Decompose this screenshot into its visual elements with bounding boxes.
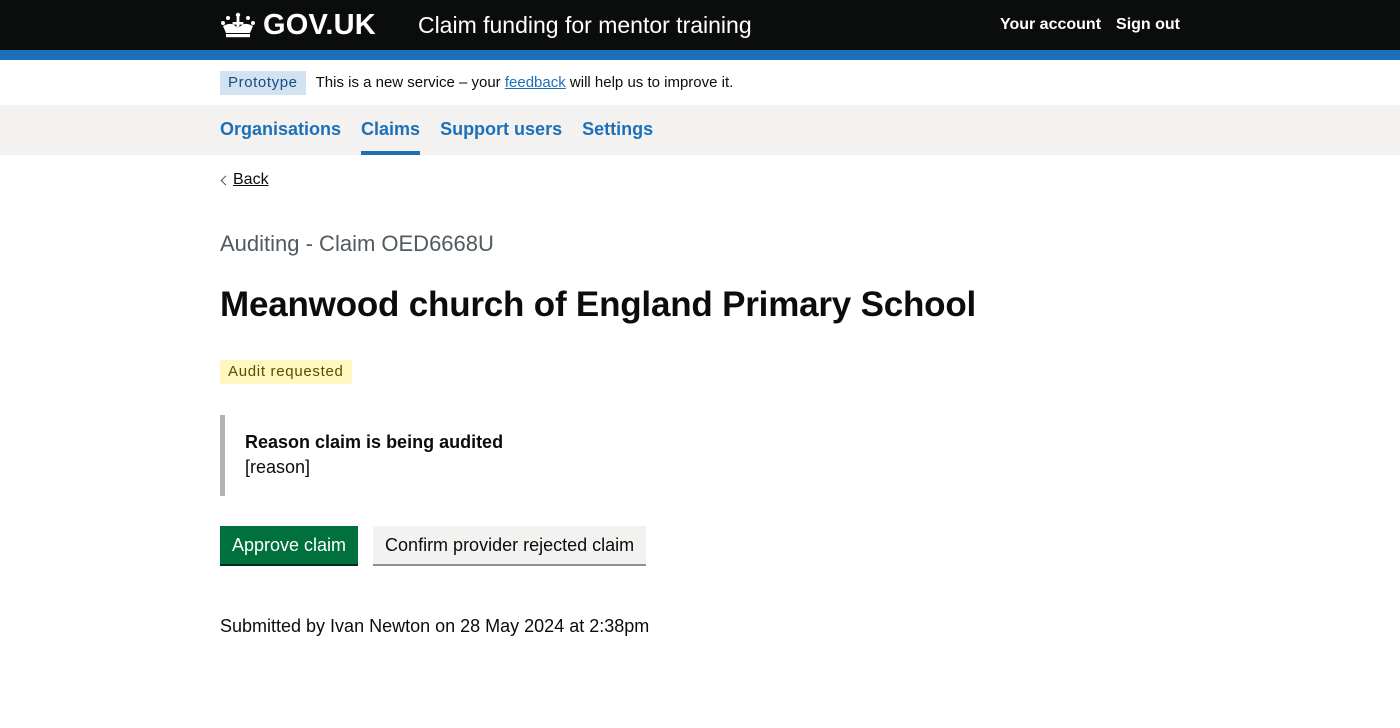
nav-item-settings[interactable]: Settings	[582, 105, 653, 155]
phase-text: This is a new service – your feedback wi…	[316, 74, 734, 91]
phase-tag: Prototype	[220, 70, 306, 95]
back-link-label: Back	[233, 171, 269, 188]
phase-text-after: will help us to improve it.	[565, 74, 734, 91]
chevron-left-icon	[220, 175, 231, 186]
header-stripe	[0, 50, 1400, 60]
page-title: Meanwood church of England Primary Schoo…	[220, 285, 977, 324]
inset-body: [reason]	[245, 457, 311, 477]
sign-out-link[interactable]: Sign out	[1116, 16, 1180, 34]
logo-text: GOV.UK	[263, 8, 376, 41]
submitted-info: Submitted by Ivan Newton on 28 May 2024 …	[220, 616, 650, 636]
approve-claim-button[interactable]: Approve claim	[220, 526, 359, 564]
primary-navigation: Organisations Claims Support users Setti…	[0, 105, 1400, 155]
main-content: Back Auditing - Claim OED6668U Meanwood …	[0, 155, 1400, 728]
feedback-link[interactable]: feedback	[505, 74, 566, 91]
govuk-logo[interactable]: GOV.UK	[220, 9, 376, 42]
nav-item-support-users[interactable]: Support users	[440, 105, 562, 155]
phase-text-before: This is a new service – your	[315, 74, 505, 91]
inset-heading: Reason claim is being audited	[245, 432, 504, 452]
your-account-link[interactable]: Your account	[1000, 16, 1101, 34]
confirm-provider-rejected-button[interactable]: Confirm provider rejected claim	[373, 526, 647, 564]
audit-reason-inset: Reason claim is being audited [reason]	[220, 415, 620, 496]
page-caption: Auditing - Claim OED6668U	[220, 231, 494, 256]
back-link[interactable]: Back	[220, 171, 269, 189]
crown-icon	[221, 12, 255, 38]
site-header: GOV.UK Claim funding for mentor training…	[0, 0, 1400, 50]
nav-item-claims[interactable]: Claims	[361, 105, 421, 155]
status-badge: Audit requested	[220, 360, 352, 384]
button-group: Approve claim Confirm provider rejected …	[220, 526, 647, 564]
phase-banner: Prototype This is a new service – your f…	[0, 60, 1400, 105]
header-links: Your account Sign out	[1000, 16, 1180, 34]
nav-item-organisations[interactable]: Organisations	[220, 105, 341, 155]
service-name[interactable]: Claim funding for mentor training	[418, 12, 752, 39]
